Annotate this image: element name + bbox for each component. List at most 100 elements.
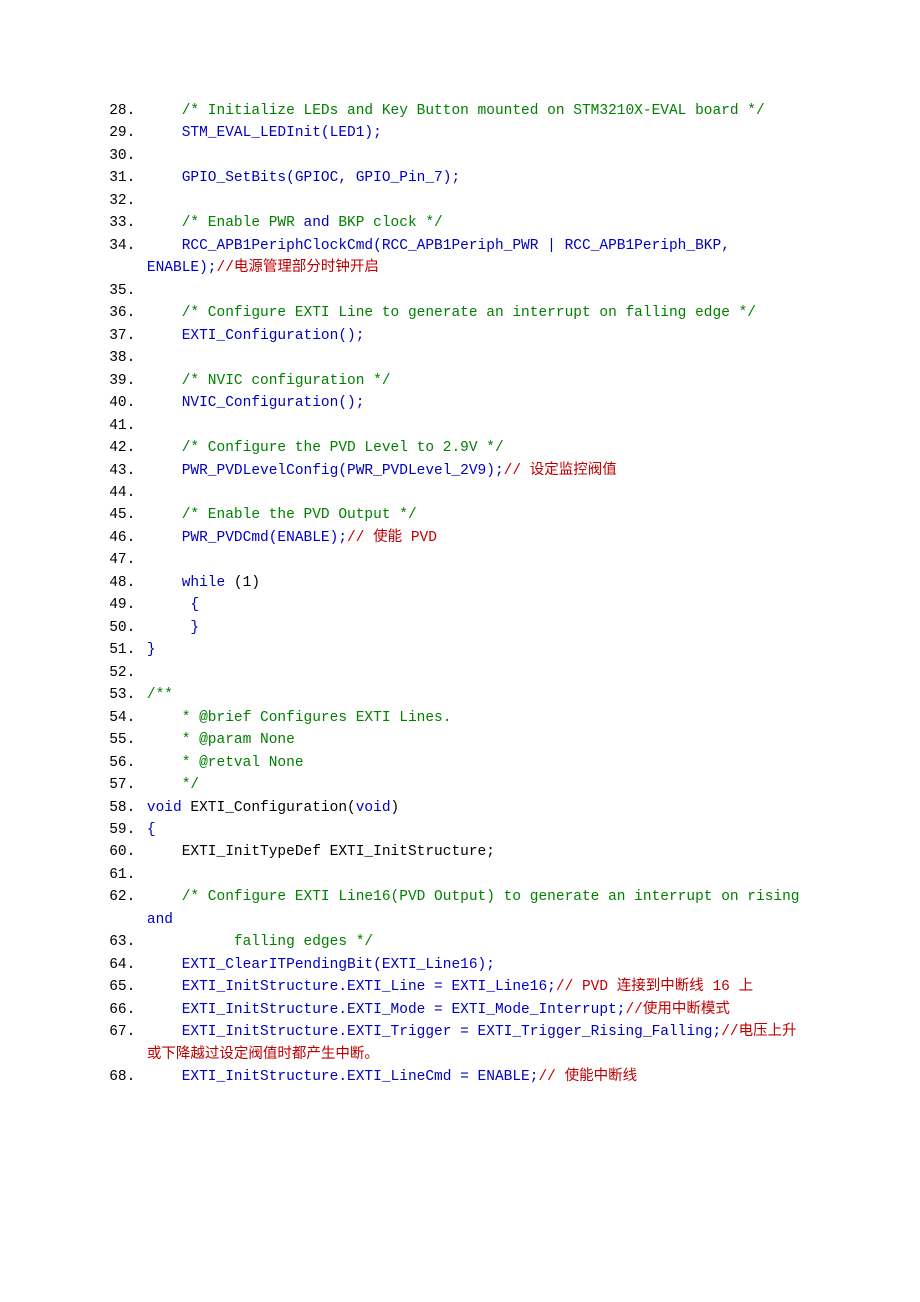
- code-token: [147, 283, 182, 299]
- code-token: {: [147, 822, 156, 838]
- code-token: void: [147, 800, 191, 816]
- code-line: }: [144, 639, 805, 661]
- code-line: /* Configure EXTI Line16(PVD Output) to …: [144, 886, 805, 931]
- code-token: [147, 665, 164, 681]
- code-token: NVIC_Configuration();: [147, 395, 365, 411]
- code-token: EXTI_Configuration();: [147, 328, 365, 344]
- code-line: [144, 190, 805, 212]
- code-token: EXTI_InitStructure.EXTI_Line = EXTI_Line…: [147, 979, 556, 995]
- code-line: EXTI_InitStructure.EXTI_Mode = EXTI_Mode…: [144, 999, 805, 1021]
- code-token: //电源管理部分时钟开启: [217, 260, 379, 276]
- code-token: // 使能中断线: [538, 1069, 637, 1085]
- code-token: (1): [234, 575, 260, 591]
- code-line: EXTI_InitTypeDef EXTI_InitStructure;: [144, 841, 805, 863]
- code-token: [147, 103, 182, 119]
- code-token: * @brief Configures EXTI Lines.: [147, 710, 460, 726]
- code-line: [144, 549, 805, 571]
- code-token: [147, 440, 182, 456]
- code-token: */: [147, 777, 199, 793]
- code-line: {: [144, 819, 805, 841]
- code-token: PWR_PVDLevelConfig(PWR_PVDLevel_2V9);: [147, 463, 504, 479]
- code-token: void: [356, 800, 391, 816]
- code-line: GPIO_SetBits(GPIOC, GPIO_Pin_7);: [144, 167, 805, 189]
- code-line: PWR_PVDLevelConfig(PWR_PVDLevel_2V9);// …: [144, 460, 805, 482]
- code-token: //使用中断模式: [625, 1002, 729, 1018]
- code-line: falling edges */: [144, 931, 805, 953]
- code-line: EXTI_InitStructure.EXTI_Line = EXTI_Line…: [144, 976, 805, 998]
- code-line: while (1): [144, 572, 805, 594]
- code-token: STM_EVAL_LEDInit(LED1);: [147, 125, 382, 141]
- code-token: /* Configure EXTI Line16(PVD Output) to …: [182, 889, 809, 905]
- code-token: [147, 305, 182, 321]
- code-token: * @retval None: [147, 755, 312, 771]
- code-token: [147, 867, 182, 883]
- code-token: BKP clock */: [330, 215, 443, 231]
- code-token: /* Configure EXTI Line to generate an in…: [182, 305, 756, 321]
- code-line: {: [144, 594, 805, 616]
- code-line: PWR_PVDCmd(ENABLE);// 使能 PVD: [144, 527, 805, 549]
- code-line: * @param None: [144, 729, 805, 751]
- code-line: /* Enable PWR and BKP clock */: [144, 212, 805, 234]
- code-token: /* Configure the PVD Level to 2.9V */: [182, 440, 504, 456]
- code-token: }: [147, 642, 164, 658]
- code-line: /* Configure the PVD Level to 2.9V */: [144, 437, 805, 459]
- code-token: [147, 193, 182, 209]
- code-line: }: [144, 617, 805, 639]
- code-token: EXTI_InitStructure.EXTI_Mode = EXTI_Mode…: [147, 1002, 626, 1018]
- code-line: [144, 415, 805, 437]
- code-token: PWR_PVDCmd(ENABLE);: [147, 530, 347, 546]
- code-line: EXTI_InitStructure.EXTI_Trigger = EXTI_T…: [144, 1021, 805, 1066]
- code-line: [144, 482, 805, 504]
- code-token: // 使能 PVD: [347, 530, 437, 546]
- code-line: EXTI_InitStructure.EXTI_LineCmd = ENABLE…: [144, 1066, 805, 1088]
- code-line: [144, 864, 805, 886]
- code-listing: /* Initialize LEDs and Key Button mounte…: [115, 100, 805, 1089]
- code-token: // PVD 连接到中断线 16 上: [556, 979, 753, 995]
- code-line: void EXTI_Configuration(void): [144, 797, 805, 819]
- code-line: /* Configure EXTI Line to generate an in…: [144, 302, 805, 324]
- code-token: EXTI_InitTypeDef EXTI_InitStructure;: [182, 844, 495, 860]
- code-line: EXTI_ClearITPendingBit(EXTI_Line16);: [144, 954, 805, 976]
- code-token: [147, 418, 182, 434]
- code-token: /**: [147, 687, 191, 703]
- code-line: RCC_APB1PeriphClockCmd(RCC_APB1Periph_PW…: [144, 235, 805, 280]
- code-line: /* NVIC configuration */: [144, 370, 805, 392]
- code-token: [147, 485, 182, 501]
- code-token: [147, 373, 182, 389]
- code-token: EXTI_InitStructure.EXTI_Trigger = EXTI_T…: [147, 1024, 721, 1040]
- code-line: [144, 280, 805, 302]
- code-token: /* NVIC configuration */: [182, 373, 391, 389]
- code-token: EXTI_InitStructure.EXTI_LineCmd = ENABLE…: [147, 1069, 539, 1085]
- code-line: [144, 662, 805, 684]
- code-token: // 设定监控阀值: [504, 463, 617, 479]
- code-token: {: [147, 597, 199, 613]
- code-token: and: [147, 912, 173, 928]
- code-line: [144, 347, 805, 369]
- code-line: /* Enable the PVD Output */: [144, 504, 805, 526]
- code-line: */: [144, 774, 805, 796]
- code-page: /* Initialize LEDs and Key Button mounte…: [0, 0, 920, 1189]
- code-token: falling edges */: [147, 934, 373, 950]
- code-token: [147, 215, 182, 231]
- code-line: EXTI_Configuration();: [144, 325, 805, 347]
- code-line: NVIC_Configuration();: [144, 392, 805, 414]
- code-token: /* Enable PWR: [182, 215, 304, 231]
- code-token: and: [304, 215, 330, 231]
- code-token: }: [147, 620, 199, 636]
- code-line: * @brief Configures EXTI Lines.: [144, 707, 805, 729]
- code-token: /* Initialize LEDs and Key Button mounte…: [182, 103, 765, 119]
- code-token: [147, 148, 182, 164]
- code-line: * @retval None: [144, 752, 805, 774]
- code-token: EXTI_Configuration(: [190, 800, 355, 816]
- code-token: [147, 844, 182, 860]
- code-token: [147, 350, 182, 366]
- code-token: ): [391, 800, 400, 816]
- code-token: [147, 889, 182, 905]
- code-token: /* Enable the PVD Output */: [182, 507, 417, 523]
- code-token: [147, 507, 182, 523]
- code-token: * @param None: [147, 732, 304, 748]
- code-line: STM_EVAL_LEDInit(LED1);: [144, 122, 805, 144]
- code-token: EXTI_ClearITPendingBit(EXTI_Line16);: [147, 957, 495, 973]
- code-token: [147, 552, 182, 568]
- code-line: [144, 145, 805, 167]
